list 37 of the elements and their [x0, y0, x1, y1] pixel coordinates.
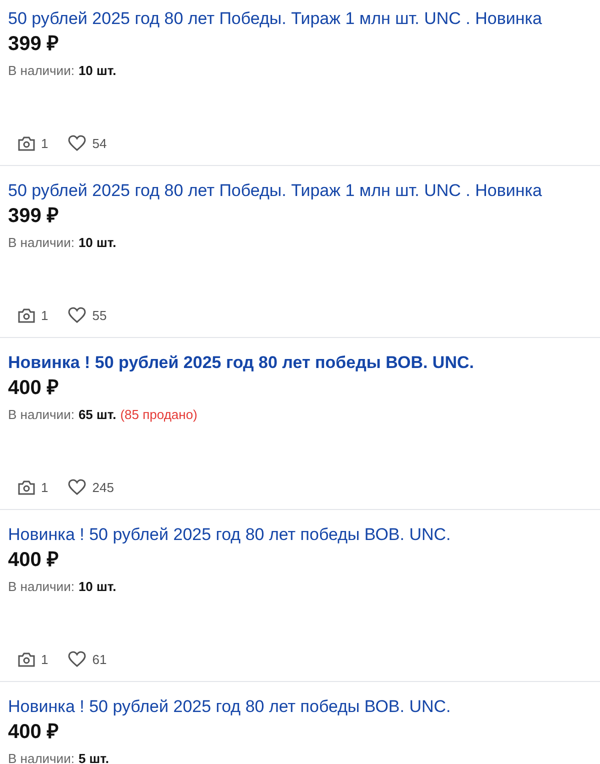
stock-label: В наличии:: [8, 62, 74, 79]
stock-count: 5 шт.: [78, 750, 109, 764]
heart-icon: [68, 307, 86, 324]
heart-icon: [68, 135, 86, 152]
like-count: 55: [92, 306, 107, 324]
like-count: 54: [92, 134, 107, 152]
stock-count: 10 шт.: [78, 62, 116, 79]
photo-count: 1: [41, 134, 48, 152]
stock-count: 10 шт.: [78, 578, 116, 595]
stock-count: 10 шт.: [78, 234, 116, 251]
stock-label: В наличии:: [8, 234, 74, 251]
stock-label: В наличии:: [8, 750, 74, 764]
photo-count: 1: [41, 650, 48, 668]
listing-title[interactable]: Новинка ! 50 рублей 2025 год 80 лет победы ВОВ. UNC.: [8, 352, 592, 373]
camera-icon: [18, 480, 35, 495]
price: 399 ₽: [8, 204, 60, 229]
camera-icon: [18, 308, 35, 323]
price: 400 ₽: [8, 376, 60, 401]
listing-title[interactable]: Новинка ! 50 рублей 2025 год 80 лет победы ВОВ. UNC.: [8, 524, 592, 545]
sold-count: (85 продано): [120, 406, 198, 423]
price: 400 ₽: [8, 720, 60, 745]
camera-icon: [18, 652, 35, 667]
listing-title[interactable]: 50 рублей 2025 год 80 лет Победы. Тираж 1 млн шт. UNC . Новинка: [8, 180, 592, 201]
listing-title[interactable]: 50 рублей 2025 год 80 лет Победы. Тираж 1 млн шт. UNC . Новинка: [8, 8, 592, 29]
stock-label: В наличии:: [8, 406, 74, 423]
heart-icon: [68, 651, 86, 668]
heart-icon: [68, 479, 86, 496]
like-count: 61: [92, 650, 107, 668]
listing-title[interactable]: Новинка ! 50 рублей 2025 год 80 лет победы ВОВ. UNC.: [8, 696, 592, 717]
price: 399 ₽: [8, 32, 60, 57]
stock-count: 65 шт.: [78, 406, 116, 423]
camera-icon: [18, 136, 35, 151]
stock-label: В наличии:: [8, 578, 74, 595]
photo-count: 1: [41, 306, 48, 324]
photo-count: 1: [41, 478, 48, 496]
price: 400 ₽: [8, 548, 60, 573]
like-count: 245: [92, 478, 114, 496]
